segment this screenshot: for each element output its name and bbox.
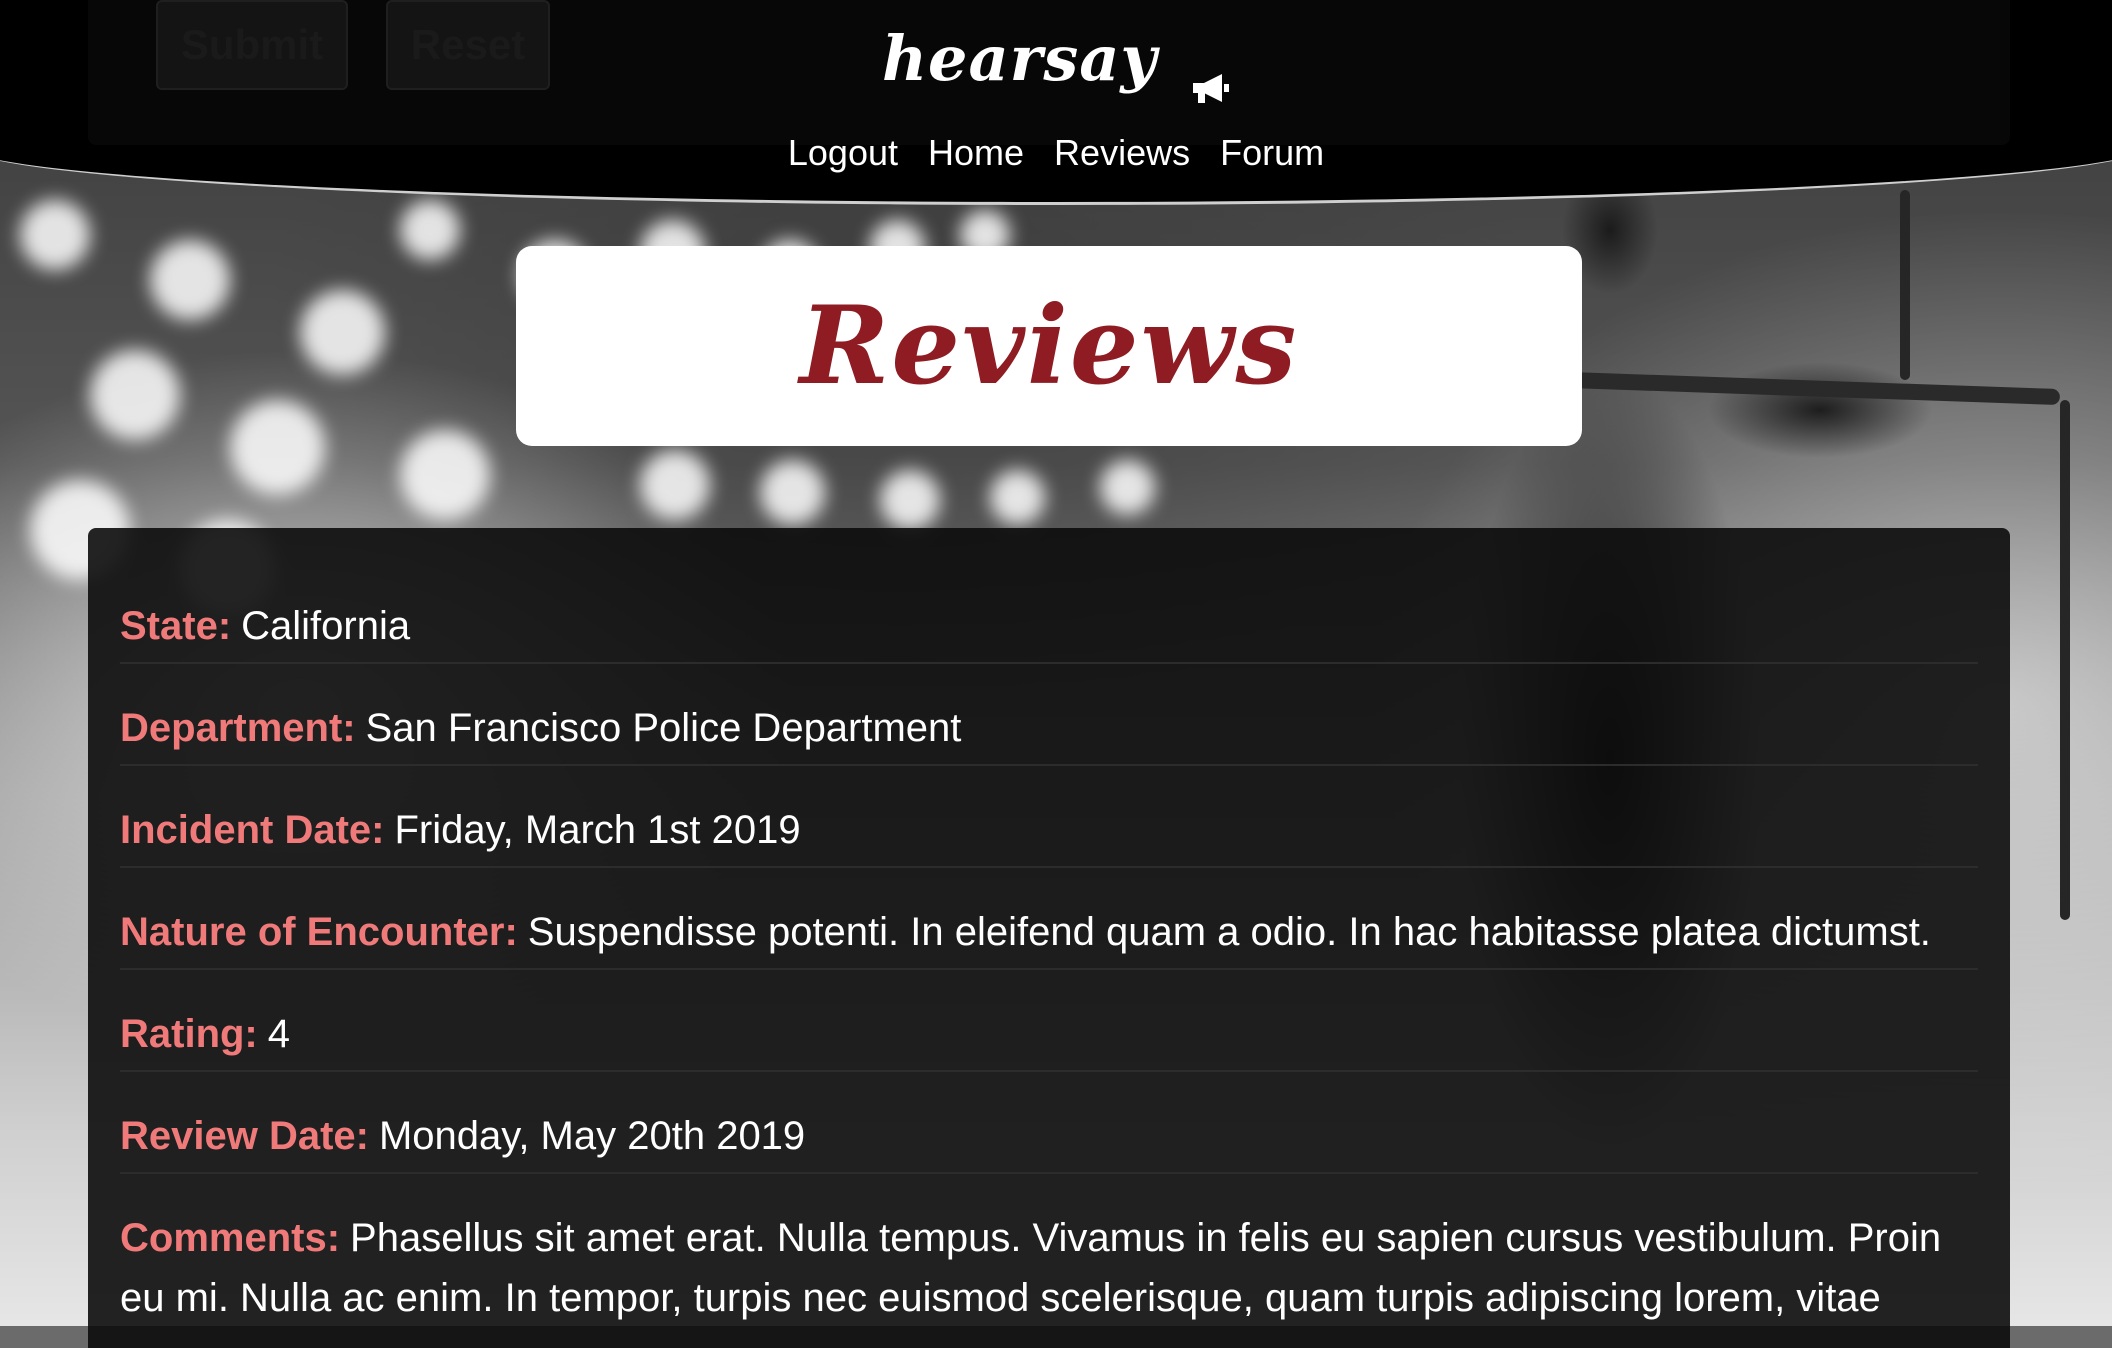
scale-chain-image bbox=[2060, 400, 2070, 920]
comments-label: Comments: bbox=[120, 1216, 341, 1260]
rating-row: Rating: 4 bbox=[120, 1010, 1978, 1072]
megaphone-icon bbox=[1190, 47, 1230, 103]
department-row: Department: San Francisco Police Departme… bbox=[120, 704, 1978, 766]
brand-name: hearsay bbox=[881, 22, 1158, 95]
incident-date-value: Friday, March 1st 2019 bbox=[394, 808, 801, 852]
nature-value: Suspendisse potenti. In eleifend quam a … bbox=[527, 910, 1931, 954]
department-label: Department: bbox=[120, 706, 356, 750]
page-title-card: Reviews bbox=[516, 246, 1582, 446]
nature-label: Nature of Encounter: bbox=[120, 910, 518, 954]
page-title: Reviews bbox=[799, 283, 1299, 409]
incident-date-row: Incident Date: Friday, March 1st 2019 bbox=[120, 806, 1978, 868]
rating-label: Rating: bbox=[120, 1012, 258, 1056]
comments-row: Comments: Phasellus sit amet erat. Nulla … bbox=[120, 1208, 1978, 1340]
incident-date-label: Incident Date: bbox=[120, 808, 385, 852]
nav-home[interactable]: Home bbox=[928, 132, 1024, 173]
comments-value: Phasellus sit amet erat. Nulla tempus. V… bbox=[120, 1216, 1942, 1320]
nav-logout[interactable]: Logout bbox=[788, 132, 898, 173]
nav-forum[interactable]: Forum bbox=[1220, 132, 1324, 173]
brand-logo[interactable]: hearsay bbox=[0, 22, 2112, 103]
main-nav: Logout Home Reviews Forum bbox=[0, 132, 2112, 174]
review-details-panel: State: California Department: San Francisc… bbox=[88, 528, 2010, 1348]
state-label: State: bbox=[120, 604, 232, 648]
nav-reviews[interactable]: Reviews bbox=[1054, 132, 1190, 173]
scale-chain-image bbox=[1900, 190, 1910, 380]
department-value: San Francisco Police Department bbox=[365, 706, 962, 750]
review-date-row: Review Date: Monday, May 20th 2019 bbox=[120, 1112, 1978, 1174]
nature-row: Nature of Encounter: Suspendisse potenti.… bbox=[120, 908, 1978, 970]
review-date-value: Monday, May 20th 2019 bbox=[378, 1114, 806, 1158]
state-row: State: California bbox=[120, 602, 1978, 664]
state-value: California bbox=[241, 604, 411, 648]
rating-value: 4 bbox=[267, 1012, 291, 1056]
review-date-label: Review Date: bbox=[120, 1114, 369, 1158]
